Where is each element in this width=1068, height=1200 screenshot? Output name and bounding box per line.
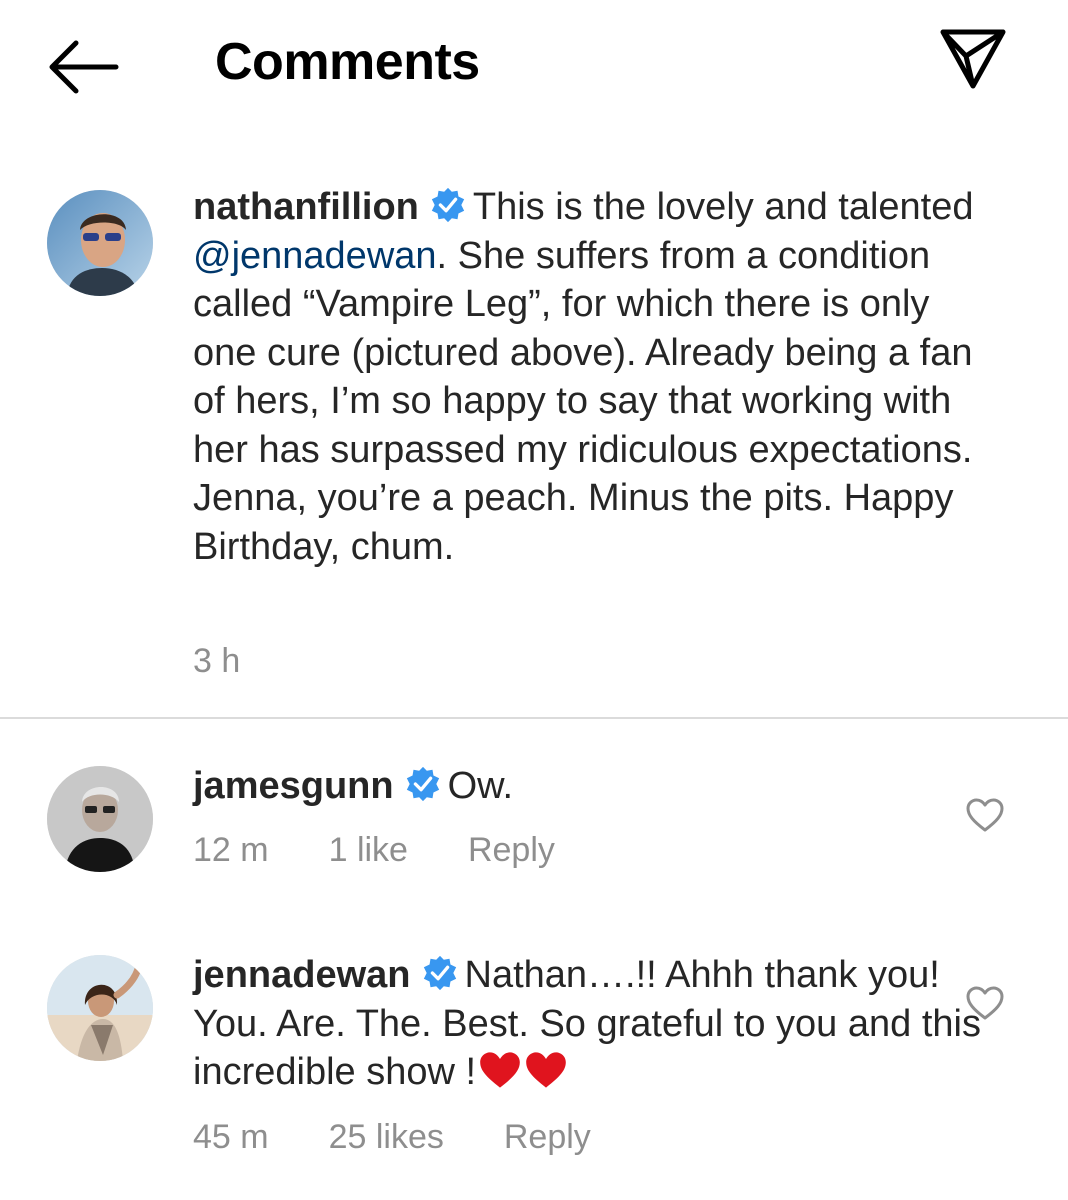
caption-body-start: This is the lovely and talented <box>472 186 974 228</box>
divider <box>0 717 1068 719</box>
verified-badge-icon <box>423 955 456 991</box>
mention-link[interactable]: @jennadewan <box>193 235 437 277</box>
comment-meta: 45 m 25 likes Reply <box>193 1118 591 1157</box>
page-title: Comments <box>215 33 480 91</box>
comment-timestamp: 12 m <box>193 831 269 869</box>
share-button[interactable] <box>938 26 1008 90</box>
comment-text: jamesgunn Ow. <box>193 762 993 811</box>
caption-meta: 3 h <box>193 642 240 681</box>
reply-button[interactable]: Reply <box>504 1118 591 1157</box>
comment-username[interactable]: jamesgunn <box>193 765 394 807</box>
top-bar: Comments <box>0 0 1068 130</box>
caption-timestamp: 3 h <box>193 642 241 680</box>
red-heart-emoji-icon <box>480 1052 520 1088</box>
comment-likes[interactable]: 1 like <box>329 831 408 870</box>
profile-photo <box>47 766 153 872</box>
comment-timestamp: 45 m <box>193 1118 269 1156</box>
caption-username[interactable]: nathanfillion <box>193 186 419 228</box>
red-heart-emoji-icon <box>526 1052 566 1088</box>
caption-text: nathanfillion This is the lovely and tale… <box>193 183 993 571</box>
comment-text: jennadewan Nathan….!! Ahhh thank you! You… <box>193 951 993 1097</box>
reply-button[interactable]: Reply <box>468 831 555 870</box>
avatar-jennadewan[interactable] <box>47 955 153 1061</box>
avatar-jamesgunn[interactable] <box>47 766 153 872</box>
caption-body-end: . She suffers from a condition called “V… <box>193 234 973 568</box>
verified-badge-icon <box>406 766 439 802</box>
arrow-left-icon <box>49 40 119 94</box>
profile-photo <box>47 955 153 1061</box>
back-button[interactable] <box>46 40 120 94</box>
comment-likes[interactable]: 25 likes <box>329 1118 444 1157</box>
comment-body: Ow. <box>447 765 514 807</box>
heart-icon[interactable] <box>965 797 1005 833</box>
comment-meta: 12 m 1 like Reply <box>193 831 555 870</box>
profile-photo <box>47 190 153 296</box>
heart-icon[interactable] <box>965 985 1005 1021</box>
paper-plane-icon <box>940 29 1006 89</box>
avatar-nathanfillion[interactable] <box>47 190 153 296</box>
comment-username[interactable]: jennadewan <box>193 954 411 996</box>
verified-badge-icon <box>431 187 465 223</box>
